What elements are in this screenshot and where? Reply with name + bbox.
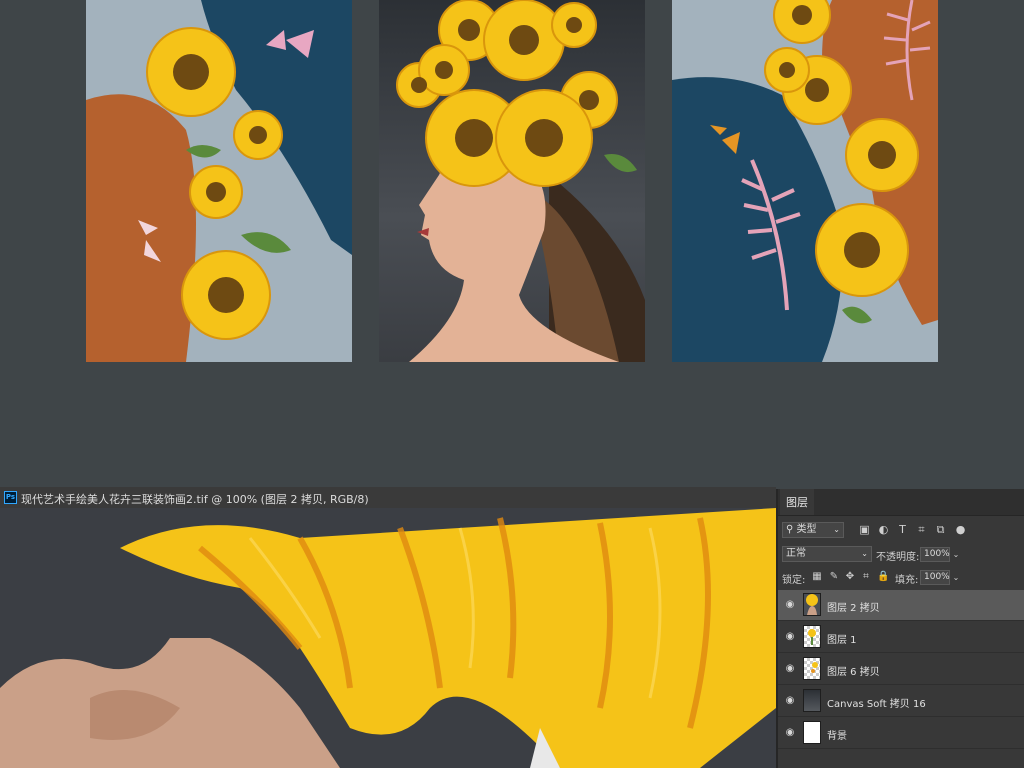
layers-panel-tabbar: 图层 <box>778 489 1024 516</box>
blend-mode-select[interactable]: 正常 ⌄ <box>782 546 872 562</box>
blend-mode-value: 正常 <box>786 548 806 559</box>
layer-row[interactable]: ◉ 背景 <box>778 718 1024 749</box>
layer-row[interactable]: ◉ 图层 1 <box>778 622 1024 653</box>
tab-layers[interactable]: 图层 <box>780 489 814 515</box>
opacity-input[interactable]: 100% <box>920 547 950 562</box>
layer-list: ◉ 图层 2 拷贝 ◉ 图层 1 ◉ 图层 6 拷贝 ◉ Canvas Soft… <box>778 590 1024 768</box>
lock-label: 锁定: <box>782 575 806 586</box>
type-filter-icon[interactable]: T <box>896 523 909 536</box>
fill-input[interactable]: 100% <box>920 570 950 585</box>
sunflower-artwork-right <box>672 0 938 362</box>
layer-row[interactable]: ◉ 图层 2 拷贝 <box>778 590 1024 621</box>
visibility-eye-icon[interactable]: ◉ <box>784 663 796 675</box>
layer-name[interactable]: 图层 2 拷贝 <box>827 599 880 614</box>
lock-all-icon[interactable]: 🔒 <box>877 571 889 583</box>
fill-label: 填充: <box>895 575 919 586</box>
chevron-down-icon: ⌄ <box>861 549 868 558</box>
visibility-eye-icon[interactable]: ◉ <box>784 695 796 707</box>
layer-name[interactable]: Canvas Soft 拷贝 16 <box>827 695 926 710</box>
filter-toggle-icon[interactable]: ● <box>954 523 967 536</box>
blend-opacity-row: 正常 ⌄ 不透明度: 100% ⌄ <box>778 544 1024 566</box>
lock-artboard-icon[interactable]: ⌗ <box>860 571 872 583</box>
document-title[interactable]: 现代艺术手绘美人花卉三联装饰画2.tif @ 100% (图层 2 拷贝, RG… <box>21 491 369 507</box>
lock-fill-row: 锁定: ▦ ✎ ✥ ⌗ 🔒 填充: 100% ⌄ <box>778 568 1024 588</box>
preview-panel-right <box>672 0 938 362</box>
layer-filter-label: 类型 <box>796 524 817 535</box>
lock-transparency-icon[interactable]: ▦ <box>811 571 823 583</box>
smart-object-filter-icon[interactable]: ⧉ <box>934 523 947 536</box>
document-window: Ps 现代艺术手绘美人花卉三联装饰画2.tif @ 100% (图层 2 拷贝,… <box>0 487 776 768</box>
fill-slider-chevron-icon[interactable]: ⌄ <box>951 570 961 585</box>
layer-filter-row: ⚲ 类型 ⌄ ▣ ◐ T ⌗ ⧉ ● <box>778 520 1024 542</box>
layer-name[interactable]: 图层 6 拷贝 <box>827 663 880 678</box>
sunflower-artwork-left <box>86 0 352 362</box>
lock-position-icon[interactable]: ✥ <box>844 571 856 583</box>
layer-filter-select[interactable]: ⚲ 类型 ⌄ <box>782 522 844 538</box>
preview-panel-middle <box>379 0 645 362</box>
adjustment-filter-icon[interactable]: ◐ <box>877 523 890 536</box>
opacity-slider-chevron-icon[interactable]: ⌄ <box>951 547 961 562</box>
layer-thumbnail <box>803 625 821 648</box>
search-icon: ⚲ <box>786 524 794 535</box>
layer-name[interactable]: 图层 1 <box>827 631 857 646</box>
layer-row[interactable]: ◉ Canvas Soft 拷贝 16 <box>778 686 1024 717</box>
layer-row[interactable]: ◉ 图层 6 拷贝 <box>778 654 1024 685</box>
layer-thumbnail <box>803 689 821 712</box>
canvas-artwork-zoomed <box>0 508 776 768</box>
layer-thumbnail <box>803 721 821 744</box>
lock-image-pixels-icon[interactable]: ✎ <box>828 571 840 583</box>
document-canvas[interactable] <box>0 508 776 768</box>
visibility-eye-icon[interactable]: ◉ <box>784 727 796 739</box>
pixel-filter-icon[interactable]: ▣ <box>858 523 871 536</box>
sunflower-artwork-middle <box>396 0 645 362</box>
layer-thumbnail <box>803 593 821 616</box>
chevron-down-icon: ⌄ <box>833 525 840 534</box>
visibility-eye-icon[interactable]: ◉ <box>784 631 796 643</box>
document-tab[interactable]: Ps 现代艺术手绘美人花卉三联装饰画2.tif @ 100% (图层 2 拷贝,… <box>0 487 776 509</box>
opacity-label: 不透明度: <box>876 552 920 563</box>
layer-name[interactable]: 背景 <box>827 727 847 742</box>
layers-panel: 图层 ⚲ 类型 ⌄ ▣ ◐ T ⌗ ⧉ ● 正常 ⌄ 不透明度: 100% ⌄ … <box>776 489 1024 768</box>
preview-panel-left <box>86 0 352 362</box>
visibility-eye-icon[interactable]: ◉ <box>784 599 796 611</box>
shape-filter-icon[interactable]: ⌗ <box>915 523 928 536</box>
layer-thumbnail <box>803 657 821 680</box>
photoshop-file-icon: Ps <box>4 491 17 504</box>
